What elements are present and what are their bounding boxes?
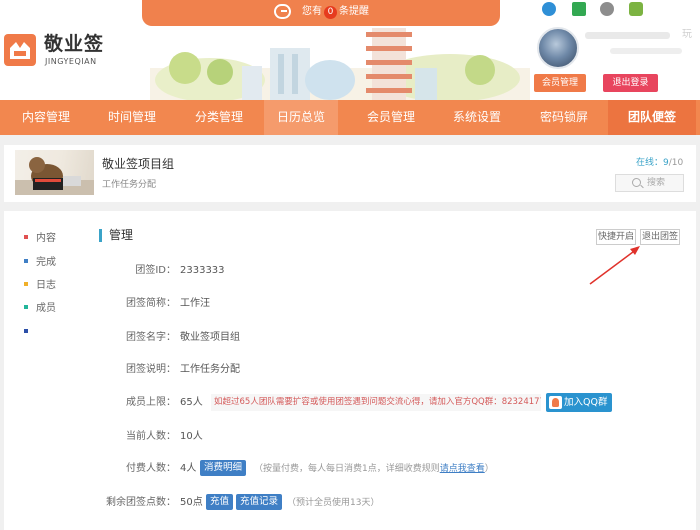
skyline-banner-icon — [150, 28, 530, 100]
main-nav: 内容管理 时间管理 分类管理 日历总览 会员管理 系统设置 密码锁屏 团队便签 — [0, 100, 700, 135]
username-blurred — [585, 32, 670, 39]
current-members-label: 当前人数： — [126, 431, 176, 442]
notification-text: 您有 0 条提醒 — [302, 6, 369, 19]
team-description-label: 团签说明： — [126, 364, 176, 375]
quick-enable-button[interactable]: 快捷开启 — [596, 229, 636, 245]
nav-time-management[interactable]: 时间管理 — [96, 100, 168, 135]
notice-suffix: 条提醒 — [339, 6, 369, 17]
sidebar-item-content[interactable]: 内容 — [24, 233, 56, 245]
section-accent-bar — [99, 229, 102, 242]
exit-team-button[interactable]: 退出团签 — [640, 229, 680, 245]
nav-team-notes[interactable]: 团队便签 — [608, 100, 696, 135]
row-remaining-points: 剩余团签点数： 50点 充值 充值记录 （预计全员使用13天） — [4, 494, 696, 510]
team-id-label: 团签ID： — [135, 265, 176, 276]
team-name-value[interactable]: 敬业签项目组 — [180, 331, 240, 345]
nav-password-lock[interactable]: 密码锁屏 — [528, 100, 600, 135]
team-search-box[interactable]: 搜索 — [615, 174, 684, 192]
row-current-members: 当前人数： 10人 — [4, 430, 696, 444]
notification-bar[interactable]: 您有 0 条提醒 ↓ — [142, 0, 604, 26]
consumption-detail-button[interactable]: 消费明细 — [200, 460, 247, 476]
paid-hint-suffix: ） — [484, 464, 494, 474]
recharge-button[interactable]: 充值 — [206, 494, 234, 510]
team-name-label: 团签名字： — [126, 332, 176, 343]
team-name: 敬业签项目组 — [102, 157, 175, 171]
paid-members-hint: （按量付费，每人每日消费1点，详细收费规则请点我查看） — [254, 462, 494, 476]
team-short-name-value[interactable]: 工作汪 — [180, 297, 210, 311]
nav-system-settings[interactable]: 系统设置 — [441, 100, 513, 135]
row-team-name: 团签名字： 敬业签项目组 — [4, 331, 696, 345]
member-limit-label: 成员上限： — [126, 397, 176, 408]
member-limit-warning: 如超过65人团队需要扩容或使用团签遇到问题交流心得，请加入官方QQ群：82324… — [211, 394, 541, 411]
nav-category-management[interactable]: 分类管理 — [183, 100, 255, 135]
username: 玩 — [682, 29, 692, 40]
yellow-dot-icon — [24, 282, 28, 286]
row-team-short-name: 团签简称： 工作汪 — [4, 297, 696, 311]
current-members-value: 10人 — [180, 431, 203, 442]
search-icon — [632, 178, 641, 187]
logo-title: 敬业签 — [44, 33, 105, 55]
row-member-limit: 成员上限： 65人 如超过65人团队需要扩容或使用团签遇到问题交流心得，请加入官… — [4, 393, 696, 412]
nav-member-management[interactable]: 会员管理 — [355, 100, 427, 135]
team-settings-panel: 内容 完成 日志 成员 管理 快捷开启 退出团签 团签ID： 2333333 团… — [4, 211, 696, 530]
ie-browser-icon[interactable] — [542, 2, 556, 16]
notice-prefix: 您有 — [302, 6, 322, 17]
windows-icon[interactable] — [572, 2, 586, 16]
team-id-value: 2333333 — [180, 265, 225, 276]
notification-count-badge: 0 — [324, 6, 337, 19]
logo-icon — [4, 34, 36, 66]
remaining-points-value: 50点 — [180, 497, 203, 508]
logout-button[interactable]: 退出登录 — [603, 74, 658, 92]
sidebar-item-label: 日志 — [36, 280, 56, 291]
sidebar-item-label: 内容 — [36, 233, 56, 244]
platform-icons — [540, 2, 650, 18]
section-title: 管理 — [109, 228, 134, 242]
row-team-id: 团签ID： 2333333 — [4, 264, 696, 278]
user-info-blurred — [610, 48, 682, 54]
fee-rules-link[interactable]: 请点我查看 — [440, 464, 485, 474]
row-team-description: 团签说明： 工作任务分配 — [4, 363, 696, 377]
message-bubble-icon — [274, 4, 291, 19]
team-card: 敬业签项目组 工作任务分配 在线：9/10 搜索 — [4, 145, 696, 202]
app-header: 您有 0 条提醒 ↓ 敬业签 JINGYEQIAN 玩 会员管理 退出登录 — [0, 0, 700, 100]
user-avatar[interactable] — [537, 27, 579, 69]
android-icon[interactable] — [629, 2, 643, 16]
paid-members-label: 付费人数： — [126, 463, 176, 474]
online-total: /10 — [668, 158, 684, 168]
remaining-points-label: 剩余团签点数： — [106, 497, 176, 508]
logo-subtitle: JINGYEQIAN — [45, 57, 97, 66]
sidebar-item-log[interactable]: 日志 — [24, 280, 56, 292]
nav-content-management[interactable]: 内容管理 — [10, 100, 82, 135]
member-limit-value: 65人 — [180, 397, 203, 408]
paid-hint-prefix: （按量付费，每人每日消费1点，详细收费规则 — [254, 464, 440, 474]
blue-dot-icon — [24, 259, 28, 263]
team-photo — [15, 150, 94, 195]
remaining-points-hint: （预计全员使用13天） — [287, 498, 380, 508]
paid-members-value: 4人 — [180, 463, 197, 474]
online-label: 在线： — [636, 158, 664, 168]
online-count: 在线：9/10 — [636, 158, 683, 169]
row-paid-members: 付费人数： 4人 消费明细 （按量付费，每人每日消费1点，详细收费规则请点我查看… — [4, 460, 696, 476]
qq-button-label: 加入QQ群 — [564, 397, 608, 408]
search-placeholder: 搜索 — [647, 178, 666, 188]
qq-penguin-icon — [549, 396, 562, 409]
team-description: 工作任务分配 — [102, 180, 157, 190]
member-management-button[interactable]: 会员管理 — [534, 74, 586, 92]
team-short-name-label: 团签简称： — [126, 298, 176, 309]
apple-icon[interactable] — [600, 2, 614, 16]
recharge-record-button[interactable]: 充值记录 — [236, 494, 283, 510]
join-qq-group-button[interactable]: 加入QQ群 — [546, 393, 612, 412]
red-dot-icon — [24, 235, 28, 239]
team-description-value[interactable]: 工作任务分配 — [180, 363, 240, 377]
nav-calendar-overview[interactable]: 日历总览 — [264, 100, 338, 135]
